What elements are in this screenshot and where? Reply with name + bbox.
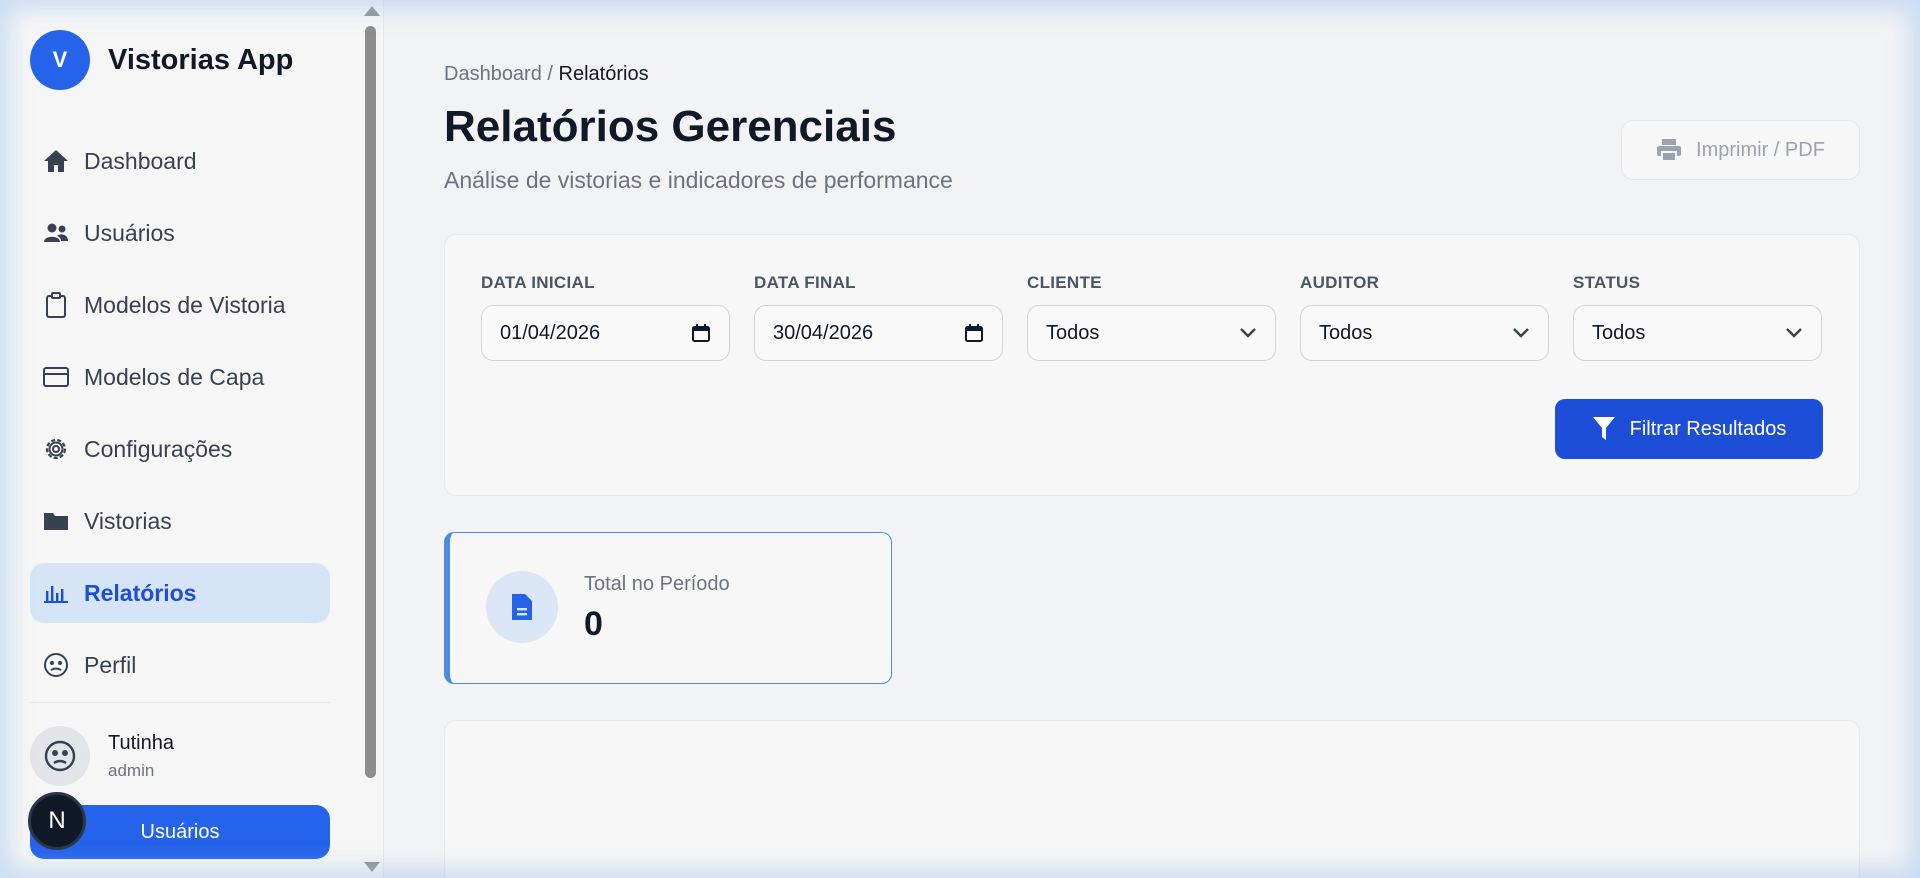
home-icon [42,147,70,175]
status-label: STATUS [1573,273,1641,292]
sidebar-item-vistorias[interactable]: Vistorias [30,491,330,551]
sidebar-item-label: Relatórios [84,579,197,606]
sidebar-item-label: Modelos de Capa [84,363,265,390]
start-date-field: DATA INICIAL 01/04/2026 [481,273,730,361]
printer-icon [1656,138,1682,162]
start-date-value: 01/04/2026 [500,321,601,344]
brand-name: Vistorias App [108,43,294,76]
user-name: Tutinha [108,731,174,754]
users-icon [42,219,70,247]
avatar-face-icon [44,740,76,772]
filter-results-label: Filtrar Resultados [1629,417,1787,440]
brand[interactable]: V Vistorias App [30,30,293,90]
sidebar-item-label: Dashboard [84,147,197,174]
end-date-input[interactable]: 30/04/2026 [754,305,1003,361]
scrollbar-thumb[interactable] [365,26,376,778]
end-date-field: DATA FINAL 30/04/2026 [754,273,1003,361]
sidebar-item-relatorios[interactable]: Relatórios [30,563,330,623]
chevron-down-icon [1513,328,1529,338]
filters-panel: DATA INICIAL 01/04/2026 DATA FINAL 30/04… [444,234,1860,496]
calendar-icon[interactable] [691,323,711,343]
sidebar-nav: Dashboard Usuários Modelos de Vistoria M… [30,131,330,707]
sidebar-item-configuracoes[interactable]: Configurações [30,419,330,479]
auditor-label: AUDITOR [1300,273,1380,292]
total-period-label: Total no Período [584,573,730,595]
client-field: CLIENTE Todos [1027,273,1276,361]
avatar [30,726,90,786]
sidebar-item-modelos-capa[interactable]: Modelos de Capa [30,347,330,407]
status-select[interactable]: Todos [1573,305,1822,361]
sidebar-scrollbar[interactable] [360,0,382,878]
breadcrumb-parent[interactable]: Dashboard [444,63,542,85]
scroll-up-arrow-icon[interactable] [364,6,380,16]
dev-badge[interactable]: N [28,792,86,850]
filter-results-button[interactable]: Filtrar Resultados [1555,399,1823,459]
sidebar-item-perfil[interactable]: Perfil [30,635,330,695]
end-date-label: DATA FINAL [754,273,856,292]
sidebar-item-label: Usuários [84,219,175,246]
page-title: Relatórios Gerenciais [444,102,897,151]
user-role: admin [108,760,155,780]
sidebar-item-usuarios[interactable]: Usuários [30,203,330,263]
sidebar-item-label: Configurações [84,435,233,462]
client-label: CLIENTE [1027,273,1102,292]
bar-chart-icon [42,579,70,607]
print-pdf-label: Imprimir / PDF [1696,138,1825,161]
chevron-down-icon [1240,328,1256,338]
auditor-select[interactable]: Todos [1300,305,1549,361]
document-icon [486,571,558,643]
gear-icon [42,435,70,463]
total-period-value: 0 [584,605,603,643]
sidebar-item-dashboard[interactable]: Dashboard [30,131,330,191]
breadcrumb-separator: / [547,63,553,85]
card-icon [42,363,70,391]
calendar-icon[interactable] [964,323,984,343]
client-value: Todos [1046,321,1100,344]
auditor-field: AUDITOR Todos [1300,273,1549,361]
scroll-down-arrow-icon[interactable] [364,862,380,872]
clipboard-icon [42,291,70,319]
sidebar-item-label: Vistorias [84,507,172,534]
report-content-panel [444,720,1860,878]
folder-icon [42,507,70,535]
page-subtitle: Análise de vistorias e indicadores de pe… [444,167,953,193]
breadcrumb-current: Relatórios [558,63,649,85]
sidebar-divider [30,702,330,703]
sidebar: V Vistorias App Dashboard Usuários Model… [0,0,384,878]
user-profile[interactable]: Tutinha admin [30,726,174,786]
face-icon [42,651,70,679]
start-date-label: DATA INICIAL [481,273,595,292]
start-date-input[interactable]: 01/04/2026 [481,305,730,361]
main-content: Dashboard / Relatórios Relatórios Gerenc… [384,0,1920,878]
breadcrumb: Dashboard / Relatórios [444,63,649,86]
status-value: Todos [1592,321,1646,344]
sidebar-item-label: Modelos de Vistoria [84,291,286,318]
status-field: STATUS Todos [1573,273,1822,361]
sidebar-item-modelos-vistoria[interactable]: Modelos de Vistoria [30,275,330,335]
client-select[interactable]: Todos [1027,305,1276,361]
chevron-down-icon [1786,328,1802,338]
sidebar-item-label: Perfil [84,651,137,678]
auditor-value: Todos [1319,321,1373,344]
total-period-card: Total no Período 0 [444,532,892,684]
print-pdf-button[interactable]: Imprimir / PDF [1621,120,1860,180]
funnel-icon [1592,416,1616,442]
end-date-value: 30/04/2026 [773,321,874,344]
brand-logo: V [30,30,90,90]
